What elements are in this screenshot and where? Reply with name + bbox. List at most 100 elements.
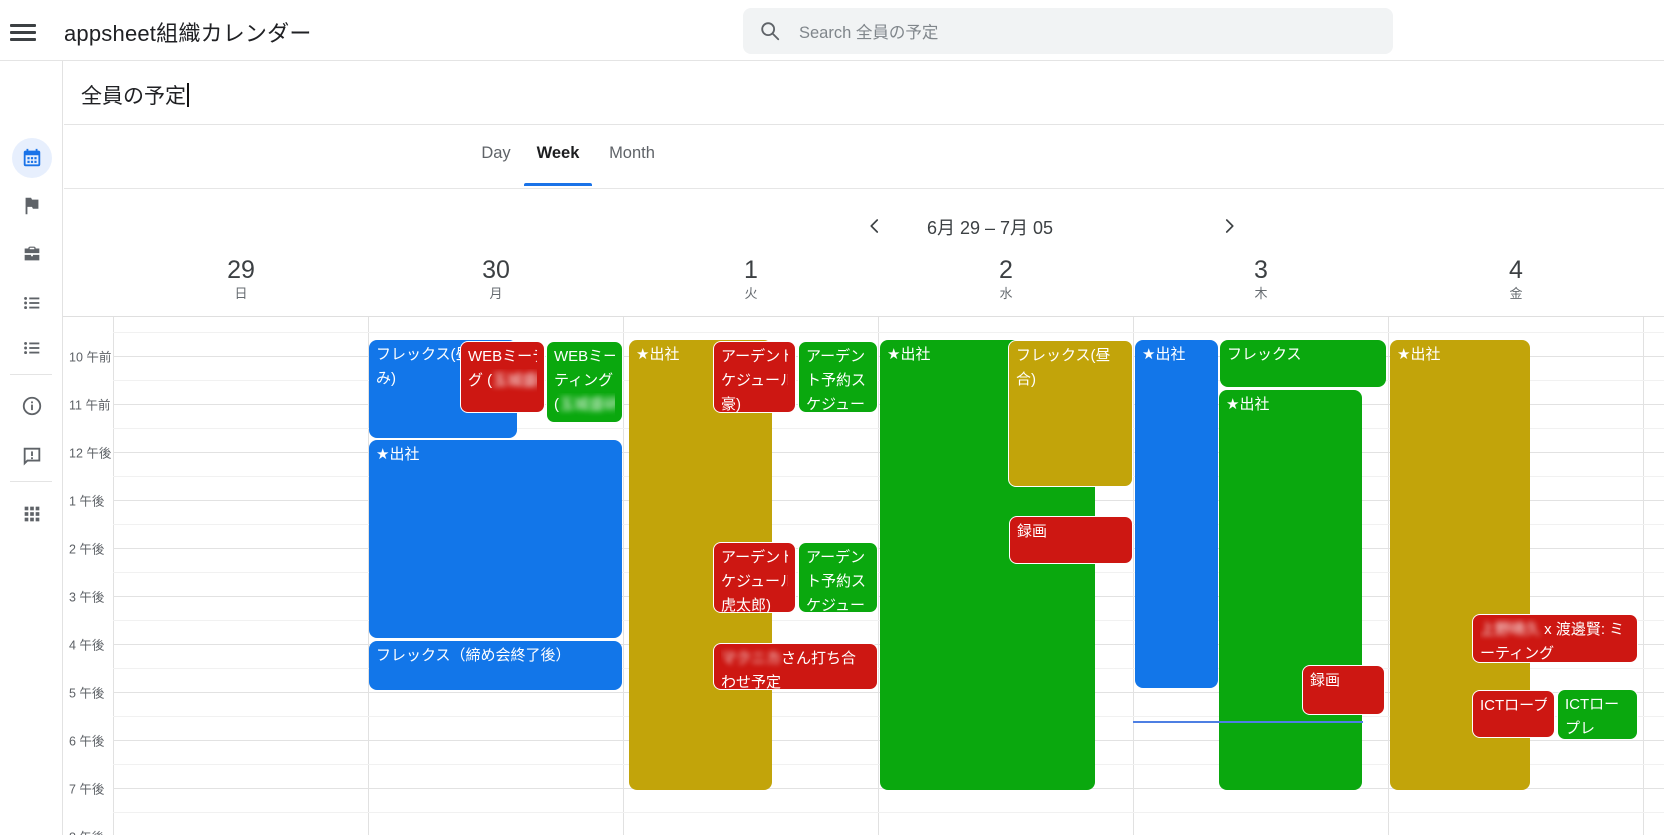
grid-icon [12,494,52,534]
event-thu-rokuga[interactable]: 録画 [1302,665,1385,715]
event-thu-shussha-green[interactable]: ★出社 [1219,390,1362,790]
tab-week[interactable]: Week [524,144,592,188]
column-gridline [1643,316,1644,835]
sidebar-item-grid[interactable] [0,492,63,536]
sidebar-item-list[interactable] [0,281,63,325]
column-gridline [1133,316,1134,835]
day-number: 2 [999,256,1013,284]
search-placeholder: Search 全員の予定 [799,24,939,42]
chevron-right-icon[interactable] [1215,212,1243,240]
hour-label: 2 午後 [69,542,105,557]
briefcase-icon [12,234,52,274]
event-title-line: 録画 [1017,523,1048,540]
sidebar-item-flag[interactable] [0,184,63,228]
event-fri-ict-red[interactable]: ICTロープレ [1472,690,1555,738]
event-mon-web-meeting-red[interactable]: WEBミーティング (玉城盛研 [460,341,545,413]
hour-label: 11 午前 [69,398,111,413]
event-title-line: フレックス(昼 [1016,347,1111,364]
event-mon-web-meeting-green[interactable]: WEBミーティング (玉城盛研 [546,341,623,423]
event-title-line: WEBミー [554,348,615,365]
event-title-line: フレックス [1227,346,1302,363]
day-weekday: 月 [489,286,503,301]
event-fri-ict-green[interactable]: ICTロープレ [1557,689,1638,740]
event-title-line: ティング [554,372,614,389]
event-title-line: ト予約ス [806,573,867,590]
event-title-line: ★出社 [1226,396,1270,413]
event-thu-shussha-blue[interactable]: ★出社 [1135,340,1218,688]
tab-label: Week [536,144,580,162]
sidebar-item-feedback[interactable] [0,434,63,478]
event-title-line: (玉城盛研 [554,396,615,413]
event-title-line: ケジュール [721,573,788,590]
tab-month[interactable]: Month [598,144,666,188]
sidebar-item-briefcase[interactable] [0,232,63,276]
event-title-line: ケジュー [806,396,865,413]
event-title-line: 合) [1016,371,1036,388]
event-title-line: ★出社 [1397,346,1441,363]
feedback-icon [12,436,52,476]
event-wed-rokuga[interactable]: 録画 [1009,516,1133,564]
view-title-row: 全員の予定 [64,62,1664,125]
event-mon-shussha[interactable]: ★出社 [369,440,622,638]
day-weekday: 火 [744,286,758,301]
event-fri-meeting[interactable]: 上野晴久 x 渡邊賢: ミーティング [1472,614,1638,663]
active-tab-underline [524,183,592,186]
column-gridline [113,316,114,835]
event-title-line: アーデン [806,549,866,566]
top-bar: appsheet組織カレンダー Search 全員の予定 [0,0,1664,61]
event-title-line: ケジュー [806,597,865,613]
tab-label: Month [609,144,655,162]
event-mon-flex-pm[interactable]: フレックス（締め会終了後） [369,641,622,690]
event-title-line: WEBミーティン [468,348,537,365]
day-weekday: 木 [1254,286,1268,301]
column-gridline [623,316,624,835]
date-range-label: 6月 29 – 7月 05 [926,218,1054,238]
hour-label: 6 午後 [69,734,105,749]
event-title-line: ト予約ス [806,372,867,389]
hour-label: 7 午後 [69,782,105,797]
view-title-input[interactable]: 全員の予定 [81,80,189,110]
calendar-icon [11,138,52,178]
event-tue-arden-green-1[interactable]: アーデン ト予約ス ケジュー [798,341,878,413]
hour-label: 10 午前 [69,350,112,365]
sidebar-item-list-2[interactable] [0,326,63,370]
sidebar-item-calendar[interactable] [0,136,63,180]
event-title-line: ーティング [1480,645,1555,662]
event-tue-arden-green-2[interactable]: アーデント予約スケジュー [798,542,878,613]
event-title-line: グ (玉城盛研 [468,372,537,389]
sidebar-divider [10,481,52,482]
event-tue-meeting[interactable]: マクニカさん打ち合 わせ予定 [713,643,878,690]
event-tue-arden-red-2[interactable]: アーデントケジュール虎太郎) [713,542,796,613]
tab-label: Day [481,144,511,162]
text-cursor [187,83,189,107]
event-wed-flex[interactable]: フレックス(昼 合) [1008,340,1133,487]
menu-icon[interactable] [10,20,36,42]
app-window: 10 午前 11 午前 12 午後 1 午後 2 午後 3 午後 4 午後 5 午後 6 午後 7… [0,0,1664,835]
hour-label: 4 午後 [69,638,105,653]
event-title-line: 上野晴久 x 渡邊賢: ミ [1480,621,1625,638]
view-tabs: Day Week Month [64,126,1664,189]
event-tue-arden-red-1[interactable]: アーデント ケジュール 豪) [713,341,796,413]
event-title-line: ICTロープレ [1480,697,1547,714]
hour-label: 8 午後 [69,827,113,835]
event-title-line: プレ [1565,720,1596,737]
date-nav-row: 6月 29 – 7月 05 [64,190,1664,256]
event-title-line: ★出社 [376,446,420,463]
half-gridline [113,812,1664,813]
event-title-line: ICTロー [1565,696,1620,713]
day-header-30: 30 月 [436,256,556,304]
sidebar-item-info[interactable] [0,384,63,428]
sidebar-divider [10,374,52,375]
event-title-line: アーデント [721,549,788,566]
event-thu-flex[interactable]: フレックス [1220,340,1386,387]
day-number: 30 [482,256,510,284]
info-icon [12,386,52,426]
app-title: appsheet組織カレンダー [64,21,312,46]
column-gridline [878,316,879,835]
search-input[interactable]: Search 全員の予定 [743,8,1393,54]
event-title-line: 録画 [1310,672,1341,689]
event-title-line: マクニカさん打ち合 [721,650,857,667]
event-title-line: 虎太郎) [721,597,771,613]
tab-day[interactable]: Day [462,144,530,188]
list-icon [12,283,52,323]
